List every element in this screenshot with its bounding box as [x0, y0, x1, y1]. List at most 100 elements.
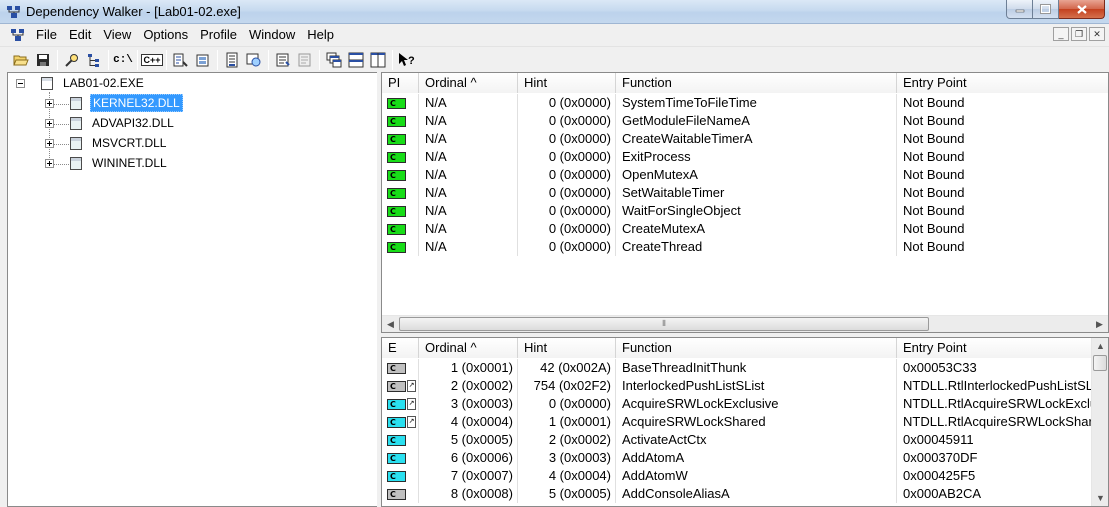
import-row[interactable]: C N/A 0 (0x0000) ExitProcess Not Bound [382, 148, 1108, 166]
expand-icon[interactable] [45, 138, 54, 148]
menu-edit[interactable]: Edit [63, 24, 97, 46]
expand-all-button[interactable] [192, 49, 214, 71]
export-row[interactable]: C 5 (0x0005) 2 (0x0002) ActivateActCtx 0x000… [382, 431, 1092, 449]
import-row[interactable]: C N/A 0 (0x0000) SetWaitableTimer Not Bound [382, 184, 1108, 202]
hint-cell: 42 (0x002A) [518, 359, 616, 377]
hint-cell: 0 (0x0000) [518, 112, 616, 130]
import-row[interactable]: C N/A 0 (0x0000) CreateWaitableTimerA Not Bo… [382, 130, 1108, 148]
toolbar-separator [217, 49, 218, 70]
export-row[interactable]: C 7 (0x0007) 4 (0x0004) AddAtomW 0x000425F5 [382, 467, 1092, 485]
imports-horizontal-scrollbar[interactable]: ◀ ⦀ ▶ [382, 315, 1108, 332]
collapse-icon[interactable] [16, 78, 25, 88]
close-icon [1076, 4, 1087, 14]
export-row[interactable]: C ↗ 2 (0x0002) 754 (0x02F2) InterlockedPushL… [382, 377, 1092, 395]
module-tree[interactable]: LAB01-02.EXE KERNEL32.DLL ADVAPI32.DLL M… [7, 72, 377, 507]
context-help-button[interactable]: ? [396, 49, 418, 71]
ordinal-cell: 1 (0x0001) [419, 359, 518, 377]
full-paths-button[interactable]: c:\ [112, 49, 134, 71]
close-button[interactable] [1059, 0, 1105, 19]
clear-log-button[interactable] [294, 49, 316, 71]
scroll-up-icon[interactable]: ▲ [1092, 338, 1108, 354]
import-row[interactable]: C N/A 0 (0x0000) CreateThread Not Bound [382, 238, 1108, 256]
minimize-icon: _ [1058, 29, 1064, 39]
column-header-hint[interactable]: Hint [518, 338, 616, 358]
mdi-minimize-button[interactable]: _ [1053, 27, 1069, 41]
export-row[interactable]: C 1 (0x0001) 42 (0x002A) BaseThreadInitThun… [382, 359, 1092, 377]
expand-icon[interactable] [45, 118, 54, 128]
copy-button[interactable] [83, 49, 105, 71]
mdi-close-button[interactable]: ✕ [1089, 27, 1105, 41]
undecorate-cpp-button[interactable]: C++ [141, 49, 163, 71]
hint-cell: 0 (0x0000) [518, 94, 616, 112]
toolbar-separator [319, 49, 320, 70]
menu-help[interactable]: Help [301, 24, 340, 46]
expand-icon[interactable] [45, 98, 54, 108]
exports-vertical-scrollbar[interactable]: ▲ ▼ [1091, 338, 1108, 506]
tree-item-kernel32[interactable]: KERNEL32.DLL [45, 94, 183, 112]
document-window-icon[interactable] [10, 27, 26, 43]
tree-item-msvcrt[interactable]: MSVCRT.DLL [45, 134, 168, 152]
scrollbar-thumb[interactable] [1093, 355, 1107, 371]
export-row[interactable]: C 6 (0x0006) 3 (0x0003) AddAtomA 0x000370DF [382, 449, 1092, 467]
module-icon [70, 136, 82, 150]
view-module-button[interactable] [221, 49, 243, 71]
open-button[interactable] [10, 49, 32, 71]
column-header-function[interactable]: Function [616, 73, 897, 93]
maximize-button[interactable] [1033, 0, 1059, 19]
menu-view[interactable]: View [97, 24, 137, 46]
cascade-button[interactable] [323, 49, 345, 71]
export-row[interactable]: C 8 (0x0008) 5 (0x0005) AddConsoleAliasA 0x0… [382, 485, 1092, 503]
column-header-ordinal[interactable]: Ordinal ^ [419, 338, 518, 358]
save-button[interactable] [32, 49, 54, 71]
column-header-entry-point[interactable]: Entry Point [897, 73, 1108, 93]
forwarded-icon: ↗ [407, 380, 416, 392]
clear-log-icon [298, 53, 311, 66]
column-header-entry-point[interactable]: Entry Point [897, 338, 1092, 358]
menu-profile[interactable]: Profile [194, 24, 243, 46]
tree-item-wininet[interactable]: WININET.DLL [45, 154, 169, 172]
export-row[interactable]: C ↗ 4 (0x0004) 1 (0x0001) AcquireSRWLockShar… [382, 413, 1092, 431]
ordinal-cell: N/A [419, 184, 518, 202]
imports-list[interactable]: PI Ordinal ^ Hint Function Entry Point C… [381, 72, 1109, 333]
function-cell: AddConsoleAliasA [616, 485, 897, 503]
auto-expand-button[interactable] [170, 49, 192, 71]
menu-file[interactable]: File [30, 24, 63, 46]
minimize-button[interactable] [1006, 0, 1033, 19]
column-header-function[interactable]: Function [616, 338, 897, 358]
import-row[interactable]: C N/A 0 (0x0000) CreateMutexA Not Bound [382, 220, 1108, 238]
tree-item-advapi32[interactable]: ADVAPI32.DLL [45, 114, 176, 132]
expand-icon[interactable] [45, 158, 54, 168]
hint-cell: 0 (0x0000) [518, 395, 616, 413]
tile-vertical-button[interactable] [367, 49, 389, 71]
ordinal-cell: N/A [419, 130, 518, 148]
menu-options[interactable]: Options [137, 24, 194, 46]
scroll-right-icon[interactable]: ▶ [1091, 316, 1108, 332]
pi-cell: C [382, 220, 419, 238]
exports-list[interactable]: E Ordinal ^ Hint Function Entry Point C 1… [381, 337, 1109, 507]
export-row[interactable]: C ↗ 3 (0x0003) 0 (0x0000) AcquireSRWLockExcl… [382, 395, 1092, 413]
menu-window[interactable]: Window [243, 24, 301, 46]
pi-cell: C [382, 148, 419, 166]
tree-root[interactable]: LAB01-02.EXE [16, 74, 146, 92]
properties-button[interactable] [272, 49, 294, 71]
import-row[interactable]: C N/A 0 (0x0000) WaitForSingleObject Not Bou… [382, 202, 1108, 220]
icon-glyph: C [390, 453, 396, 463]
scroll-down-icon[interactable]: ▼ [1092, 490, 1108, 506]
scrollbar-thumb[interactable]: ⦀ [399, 317, 929, 331]
column-header-ordinal[interactable]: Ordinal ^ [419, 73, 518, 93]
import-row[interactable]: C N/A 0 (0x0000) GetModuleFileNameA Not Boun… [382, 112, 1108, 130]
import-row[interactable]: C N/A 0 (0x0000) SystemTimeToFileTime Not Bo… [382, 94, 1108, 112]
hint-cell: 4 (0x0004) [518, 467, 616, 485]
tile-horizontal-button[interactable] [345, 49, 367, 71]
column-header-e[interactable]: E [382, 338, 419, 358]
import-row[interactable]: C N/A 0 (0x0000) OpenMutexA Not Bound [382, 166, 1108, 184]
entry-point-cell: NTDLL.RtlAcquireSRWLockExclusive [903, 396, 1092, 411]
column-header-pi[interactable]: PI [382, 73, 419, 93]
e-cell: C ↗ [382, 413, 419, 431]
window-title: Dependency Walker - [Lab01-02.exe] [26, 4, 241, 19]
scroll-left-icon[interactable]: ◀ [382, 316, 399, 332]
column-header-hint[interactable]: Hint [518, 73, 616, 93]
find-button[interactable] [61, 49, 83, 71]
mdi-restore-button[interactable]: ❐ [1071, 27, 1087, 41]
external-viewer-button[interactable] [243, 49, 265, 71]
